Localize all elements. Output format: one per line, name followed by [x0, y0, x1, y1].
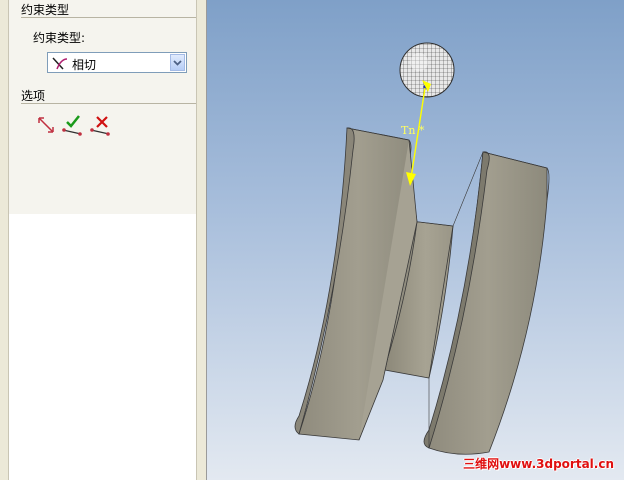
3d-viewport[interactable]: Tn * 三维网www.3dportal.cn: [207, 0, 624, 480]
divider: [21, 17, 196, 18]
tangent-constraint-label: Tn *: [401, 124, 425, 137]
constraint-type-label: 约束类型:: [33, 31, 86, 45]
divider: [21, 103, 196, 104]
flip-direction-icon[interactable]: [35, 114, 57, 136]
panel-empty-area: [8, 214, 197, 480]
constraint-panel: 约束类型 约束类型: 相切 选项: [0, 0, 207, 480]
constraint-type-heading: 约束类型: [21, 3, 70, 17]
cancel-icon[interactable]: [89, 114, 111, 136]
tangent-icon: [51, 55, 69, 71]
constraint-type-select[interactable]: 相切: [47, 52, 187, 73]
constraint-type-value: 相切: [72, 58, 97, 72]
watermark: 三维网www.3dportal.cn: [463, 457, 614, 471]
accept-icon[interactable]: [61, 114, 83, 136]
options-heading: 选项: [21, 89, 46, 103]
constraint-panel-body: 约束类型 约束类型: 相切 选项: [8, 0, 197, 215]
chevron-down-icon[interactable]: [170, 54, 185, 71]
pulley-left-flange[interactable]: [294, 127, 418, 441]
